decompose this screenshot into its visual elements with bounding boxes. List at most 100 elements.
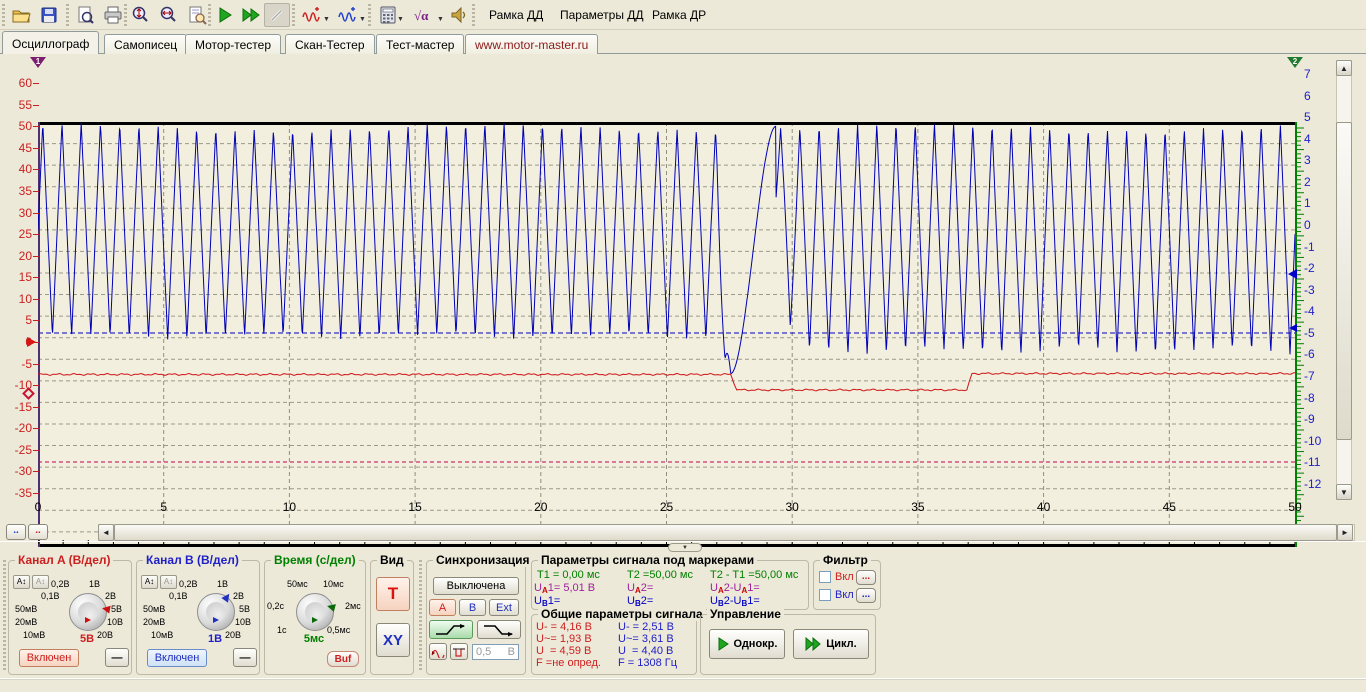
y-right-tick-label: -5: [1304, 326, 1330, 340]
sync-off-button[interactable]: Выключена: [433, 577, 519, 595]
view-report-button[interactable]: [184, 3, 210, 27]
speaker-icon: [449, 5, 469, 25]
y-right-tick-label: -7: [1304, 369, 1330, 383]
knob-scale-label: 50мВ: [143, 604, 165, 614]
tab-bar: Осциллограф Самописец Мотор-тестер Скан-…: [0, 31, 1366, 54]
pencil-icon: [268, 6, 286, 24]
run-control-title: Управление: [707, 607, 784, 621]
sync-source-b-button[interactable]: B: [459, 599, 486, 616]
channel-b-power-button[interactable]: Включен: [147, 649, 207, 667]
open-folder-icon: [11, 5, 31, 25]
start-single-button[interactable]: [212, 3, 238, 27]
status-bar: [0, 678, 1366, 692]
channel-a-autoscale2-button: A↕: [32, 575, 49, 589]
start-cyclic-button[interactable]: [238, 3, 264, 27]
run-cyclic-label: Цикл.: [826, 638, 856, 650]
run-cyclic-button[interactable]: Цикл.: [793, 629, 869, 659]
splitter-collapse-handle[interactable]: ▼: [668, 543, 702, 552]
channel-a-knob-center-arrow: [85, 617, 91, 623]
channel-b-zero-marker[interactable]: [1288, 269, 1297, 279]
dropdown-arrow-icon[interactable]: ▼: [397, 16, 404, 23]
waveform-plot[interactable]: [38, 122, 1295, 547]
calculator-button[interactable]: ▼: [372, 3, 404, 27]
sync-pulse-mode-button[interactable]: [450, 643, 468, 660]
filter-b-checkbox[interactable]: [819, 589, 831, 601]
time-marker-1[interactable]: 1: [30, 57, 46, 68]
save-file-button[interactable]: [36, 3, 62, 27]
pulse-wave-icon: [452, 646, 466, 658]
dropdown-arrow-icon[interactable]: ▼: [323, 16, 330, 23]
tab-motor-master-site[interactable]: www.motor-master.ru: [465, 34, 598, 54]
sync-level-mode-button[interactable]: [429, 643, 447, 660]
channel-a-collapse-button[interactable]: —: [105, 648, 129, 667]
y-left-tick-label: 45: [2, 141, 32, 155]
print-button[interactable]: [100, 3, 126, 27]
sync-source-ext-button[interactable]: Ext: [489, 599, 519, 616]
sync-source-a-button[interactable]: A: [429, 599, 456, 616]
filter-b-more-button[interactable]: ...: [856, 588, 876, 603]
filter-panel: Фильтр Вкл ... Вкл ...: [813, 560, 881, 610]
scroll-up-button[interactable]: ▲: [1336, 60, 1352, 76]
sync-rising-edge-button[interactable]: [429, 620, 473, 639]
dropdown-arrow-icon[interactable]: ▼: [359, 16, 366, 23]
print-preview-button[interactable]: [72, 3, 98, 27]
oscilloscope-chart[interactable]: мс 1 2 .. .. ◄ ► ▲ ▼ 6055504540353025201…: [0, 54, 1366, 556]
channel-a-power-button[interactable]: Включен: [19, 649, 79, 667]
tab-scan-tester[interactable]: Скан-Тестер: [285, 34, 375, 54]
x-tick-label: 40: [1029, 500, 1059, 514]
knob-scale-label: 0,2В: [51, 579, 70, 589]
double-play-icon: [805, 637, 822, 651]
menu-parametry-dd[interactable]: Параметры ДД: [556, 8, 648, 24]
control-strip: Канал A (В/дел) A↕ A↕ 5В Включен — 0,2В 1…: [0, 556, 1366, 678]
y-right-tick-label: 6: [1304, 89, 1330, 103]
channel-b-settings-button[interactable]: ▼: [332, 3, 364, 27]
channel-b-collapse-button[interactable]: —: [233, 648, 257, 667]
math-functions-button[interactable]: √α▼: [408, 3, 442, 27]
knob-scale-label: 20мВ: [143, 617, 165, 627]
tab-oscillograph[interactable]: Осциллограф: [2, 31, 99, 54]
red-wave-icon: [301, 5, 323, 25]
horizontal-scrollbar-thumb[interactable]: [114, 524, 1337, 541]
scroll-left-button[interactable]: ◄: [98, 524, 114, 541]
tab-test-master[interactable]: Тест-мастер: [376, 34, 464, 54]
sound-button[interactable]: [446, 3, 472, 27]
falling-edge-icon: [482, 623, 516, 637]
dropdown-arrow-icon[interactable]: ▼: [437, 16, 444, 23]
menu-ramka-dr[interactable]: Рамка ДР: [648, 8, 710, 24]
knob-scale-label: 5В: [111, 604, 122, 614]
time-marker-2[interactable]: 2: [1287, 57, 1303, 68]
filter-a-checkbox[interactable]: [819, 571, 831, 583]
open-file-button[interactable]: [8, 3, 34, 27]
view-xy-button[interactable]: XY: [376, 623, 410, 657]
menu-ramka-dd[interactable]: Рамка ДД: [485, 8, 547, 24]
channel-a-settings-button[interactable]: ▼: [296, 3, 328, 27]
channel-a-autoscale-button[interactable]: A↕: [13, 575, 30, 589]
y-left-tick: [33, 342, 39, 343]
y-left-tick-label: -5: [2, 357, 32, 371]
view-title: Вид: [377, 553, 407, 567]
sync-falling-edge-button[interactable]: [477, 620, 521, 639]
vertical-scrollbar-thumb[interactable]: [1336, 122, 1352, 440]
filter-a-more-button[interactable]: ...: [856, 570, 876, 585]
knob-scale-label: 1В: [217, 579, 228, 589]
run-once-button[interactable]: Однокр.: [709, 629, 785, 659]
zoom-time-button[interactable]: [156, 3, 182, 27]
marker-a-mini-button[interactable]: ..: [6, 524, 26, 540]
channel-b-autoscale-button[interactable]: A↕: [141, 575, 158, 589]
view-t-button[interactable]: T: [376, 577, 410, 611]
general-param-line: F =не опред.: [536, 657, 601, 669]
channel-b-level-marker[interactable]: [1289, 324, 1297, 332]
tab-motor-tester[interactable]: Мотор-тестер: [185, 34, 281, 54]
double-play-icon: [240, 5, 262, 25]
sync-level-value: 0,5: [476, 646, 491, 658]
scroll-down-button[interactable]: ▼: [1336, 484, 1352, 500]
sync-level-input[interactable]: 0,5 В: [472, 644, 519, 660]
channel-a-title: Канал A (В/дел): [15, 553, 113, 567]
marker-b-mini-button[interactable]: ..: [28, 524, 48, 540]
buffer-button[interactable]: Buf: [327, 651, 359, 667]
y-right-tick-label: -4: [1304, 304, 1330, 318]
scroll-right-button[interactable]: ►: [1337, 524, 1353, 541]
sync-panel: Синхронизация Выключена A B Ext 0,5 В: [426, 560, 526, 675]
zoom-amplitude-button[interactable]: [128, 3, 154, 27]
tab-recorder[interactable]: Самописец: [104, 34, 187, 54]
